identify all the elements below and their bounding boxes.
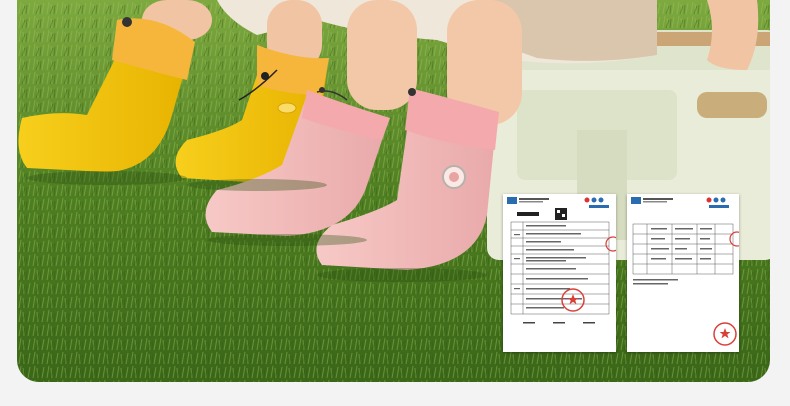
page [0, 0, 790, 406]
test-report-document [503, 194, 616, 352]
test-report-page-1 [507, 197, 616, 324]
test-report-document [627, 194, 739, 352]
test-report-page-2 [631, 197, 739, 346]
